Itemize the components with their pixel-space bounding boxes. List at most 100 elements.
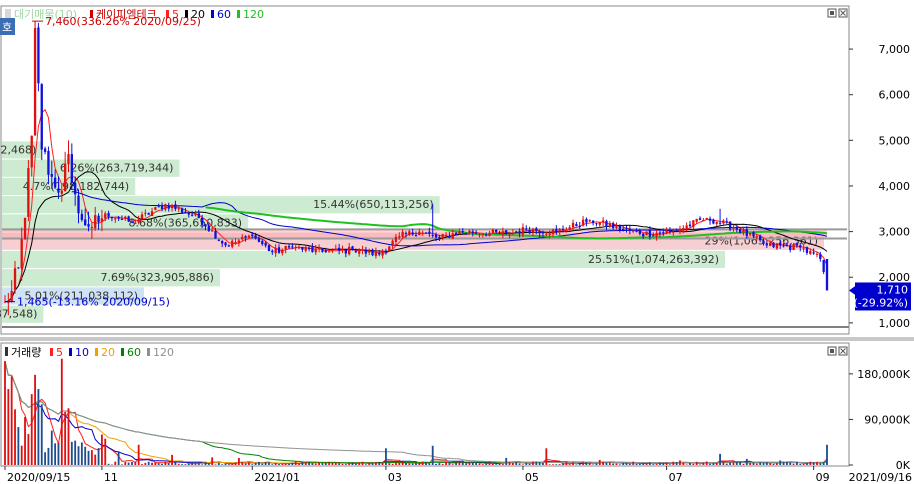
candle-body[interactable] [317,247,321,249]
candle-body[interactable] [508,234,511,236]
candle-body[interactable] [474,232,478,234]
volume-bar[interactable] [361,461,364,465]
candle-body[interactable] [718,222,722,224]
volume-bar[interactable] [628,463,631,465]
volume-bar[interactable] [775,463,778,465]
candle-body[interactable] [792,244,795,251]
candle-body[interactable] [207,225,210,231]
volume-bar[interactable] [298,463,300,465]
candle-body[interactable] [555,228,558,232]
volume-bar[interactable] [358,462,361,465]
volume-bar[interactable] [47,447,50,465]
volume-bar[interactable] [281,463,284,465]
volume-bar[interactable] [331,462,334,465]
candle-body[interactable] [147,213,150,215]
candle-body[interactable] [224,242,227,246]
volume-bar[interactable] [715,462,718,465]
volume-bar[interactable] [201,464,204,465]
candle-body[interactable] [444,234,448,236]
candle-body[interactable] [17,267,20,269]
candle-body[interactable] [130,222,134,224]
candle-body[interactable] [695,218,698,222]
volume-bar[interactable] [618,464,621,465]
candle-body[interactable] [274,248,277,254]
candle-body[interactable] [217,239,221,241]
candle-body[interactable] [481,233,484,236]
candle-body[interactable] [287,246,291,248]
volume-bar[interactable] [301,461,304,465]
candle-body[interactable] [30,135,33,168]
candle-body[interactable] [642,233,645,237]
volume-bar[interactable] [291,462,294,465]
volume-bar[interactable] [769,463,772,465]
candle-body[interactable] [381,251,384,256]
candle-body[interactable] [431,234,434,236]
volume-bar[interactable] [87,450,90,465]
candle-body[interactable] [368,250,371,253]
volume-bar[interactable] [341,463,344,465]
candle-body[interactable] [337,247,341,251]
candle-body[interactable] [408,231,411,235]
volume-bar[interactable] [161,463,163,465]
candle-body[interactable] [785,244,789,247]
volume-bar[interactable] [598,459,601,465]
candle-body[interactable] [63,163,67,192]
volume-bar[interactable] [535,461,538,465]
volume-bar[interactable] [822,462,825,465]
candle-body[interactable] [114,218,117,220]
candle-body[interactable] [692,220,695,228]
volume-bar[interactable] [595,463,598,465]
candle-body[interactable] [625,227,628,229]
candle-body[interactable] [451,233,454,239]
candle-body[interactable] [53,177,57,188]
volume-bar[interactable] [548,464,551,465]
candle-body[interactable] [100,218,104,222]
candle-body[interactable] [124,216,127,219]
candle-body[interactable] [391,240,394,247]
volume-bar[interactable] [669,464,671,465]
candle-body[interactable] [742,229,745,233]
candle-body[interactable] [304,247,307,251]
volume-bar[interactable] [508,461,511,465]
candle-body[interactable] [167,205,170,209]
volume-bar[interactable] [278,463,280,465]
volume-bar[interactable] [44,452,47,465]
volume-bar[interactable] [471,462,474,465]
volume-bar[interactable] [712,463,715,465]
volume-bar[interactable] [735,462,738,465]
candle-body[interactable] [264,242,267,246]
volume-bar[interactable] [809,461,812,465]
volume-bar[interactable] [254,462,257,465]
volume-bar[interactable] [121,464,123,465]
candle-body[interactable] [622,229,625,231]
candle-body[interactable] [374,251,378,256]
volume-bar[interactable] [14,409,16,465]
candle-body[interactable] [585,218,588,223]
volume-bar[interactable] [127,462,130,465]
candle-body[interactable] [150,211,154,217]
volume-bar[interactable] [528,463,531,465]
volume-bar[interactable] [10,376,13,465]
candle-body[interactable] [120,218,124,220]
volume-bar[interactable] [324,462,327,465]
candle-body[interactable] [23,217,27,240]
volume-bar[interactable] [74,440,77,465]
volume-bar[interactable] [311,463,314,465]
volume-bar[interactable] [709,463,711,465]
candle-body[interactable] [144,212,147,214]
candle-body[interactable] [358,251,361,254]
candle-body[interactable] [799,245,802,248]
volume-bar[interactable] [495,464,498,465]
volume-bar[interactable] [94,454,97,465]
volume-bar[interactable] [314,463,317,465]
volume-bar[interactable] [665,462,668,465]
volume-bar[interactable] [702,462,705,465]
candle-body[interactable] [672,231,675,233]
panel-splitter[interactable] [0,337,914,341]
volume-bar[interactable] [455,462,458,465]
candle-body[interactable] [237,240,241,244]
candle-body[interactable] [759,235,762,240]
candle-body[interactable] [461,231,464,233]
volume-bar[interactable] [511,462,514,465]
candle-body[interactable] [324,250,327,253]
